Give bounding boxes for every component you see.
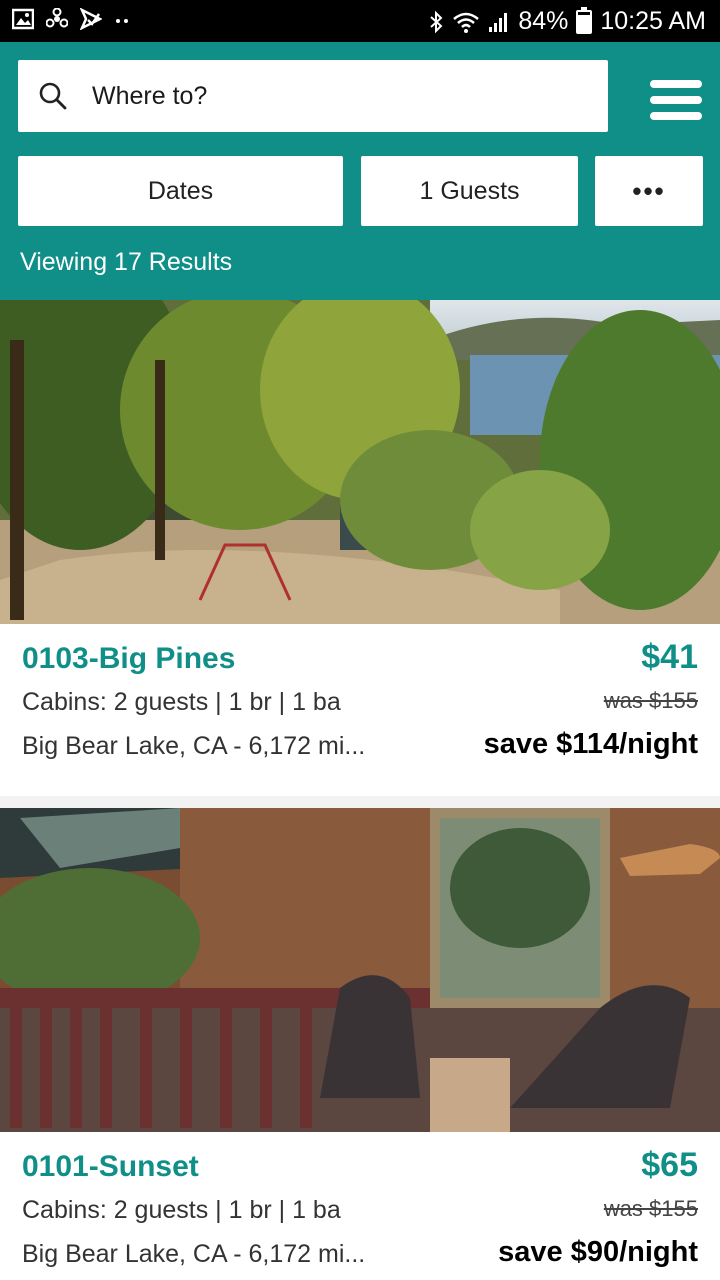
listing-card[interactable]: 0101-Sunset $65 Cabins: 2 guests | 1 br … [0, 808, 720, 1280]
signal-icon [489, 12, 508, 32]
listing-location: Big Bear Lake, CA - 6,172 mi... [22, 732, 366, 760]
menu-bar [650, 80, 702, 88]
listing-title[interactable]: 0103-Big Pines [22, 642, 235, 676]
more-filters-button[interactable]: ••• [595, 156, 703, 226]
listing-photo[interactable] [0, 300, 720, 624]
listing-savings: save $114/night [483, 728, 698, 760]
search-icon [39, 82, 67, 110]
send-icon [80, 8, 102, 30]
bluetooth-icon [430, 10, 443, 33]
listing-specs: Cabins: 2 guests | 1 br | 1 ba [22, 1196, 341, 1224]
listing-card[interactable]: 0103-Big Pines $41 Cabins: 2 guests | 1 … [0, 300, 720, 796]
image-icon [12, 8, 34, 30]
search-header: Where to? Dates 1 Guests ••• Viewing 17 … [0, 42, 720, 300]
menu-bar [650, 96, 702, 104]
cabin-porch-photo [0, 808, 720, 1132]
menu-bar [650, 112, 702, 120]
divider [0, 796, 720, 808]
listing-price: $41 [641, 638, 698, 676]
more-dots-icon [116, 19, 128, 23]
listing-original-price: was $155 [603, 1196, 698, 1221]
search-input[interactable]: Where to? [18, 60, 608, 132]
listing-location: Big Bear Lake, CA - 6,172 mi... [22, 1240, 366, 1268]
listing-savings: save $90/night [498, 1236, 698, 1268]
dates-button[interactable]: Dates [18, 156, 343, 226]
listing-title[interactable]: 0101-Sunset [22, 1150, 199, 1184]
listing-photo[interactable] [0, 808, 720, 1132]
fan-icon [46, 8, 68, 28]
search-placeholder: Where to? [92, 81, 208, 110]
system-status: 84% 10:25 AM [428, 6, 706, 36]
notification-icons [12, 8, 130, 30]
hamburger-menu-icon[interactable] [650, 80, 702, 120]
clock: 10:25 AM [600, 7, 706, 35]
status-bar: 84% 10:25 AM [0, 0, 720, 42]
battery-level [578, 14, 591, 32]
wifi-icon [453, 12, 480, 33]
listing-specs: Cabins: 2 guests | 1 br | 1 ba [22, 688, 341, 716]
results-count: Viewing 17 Results [20, 248, 233, 276]
battery-percent: 84% [518, 7, 569, 35]
battery-icon [576, 6, 593, 34]
listing-original-price: was $155 [603, 688, 698, 713]
cabin-lake-photo [0, 300, 720, 624]
guests-button[interactable]: 1 Guests [361, 156, 578, 226]
listing-price: $65 [641, 1146, 698, 1184]
